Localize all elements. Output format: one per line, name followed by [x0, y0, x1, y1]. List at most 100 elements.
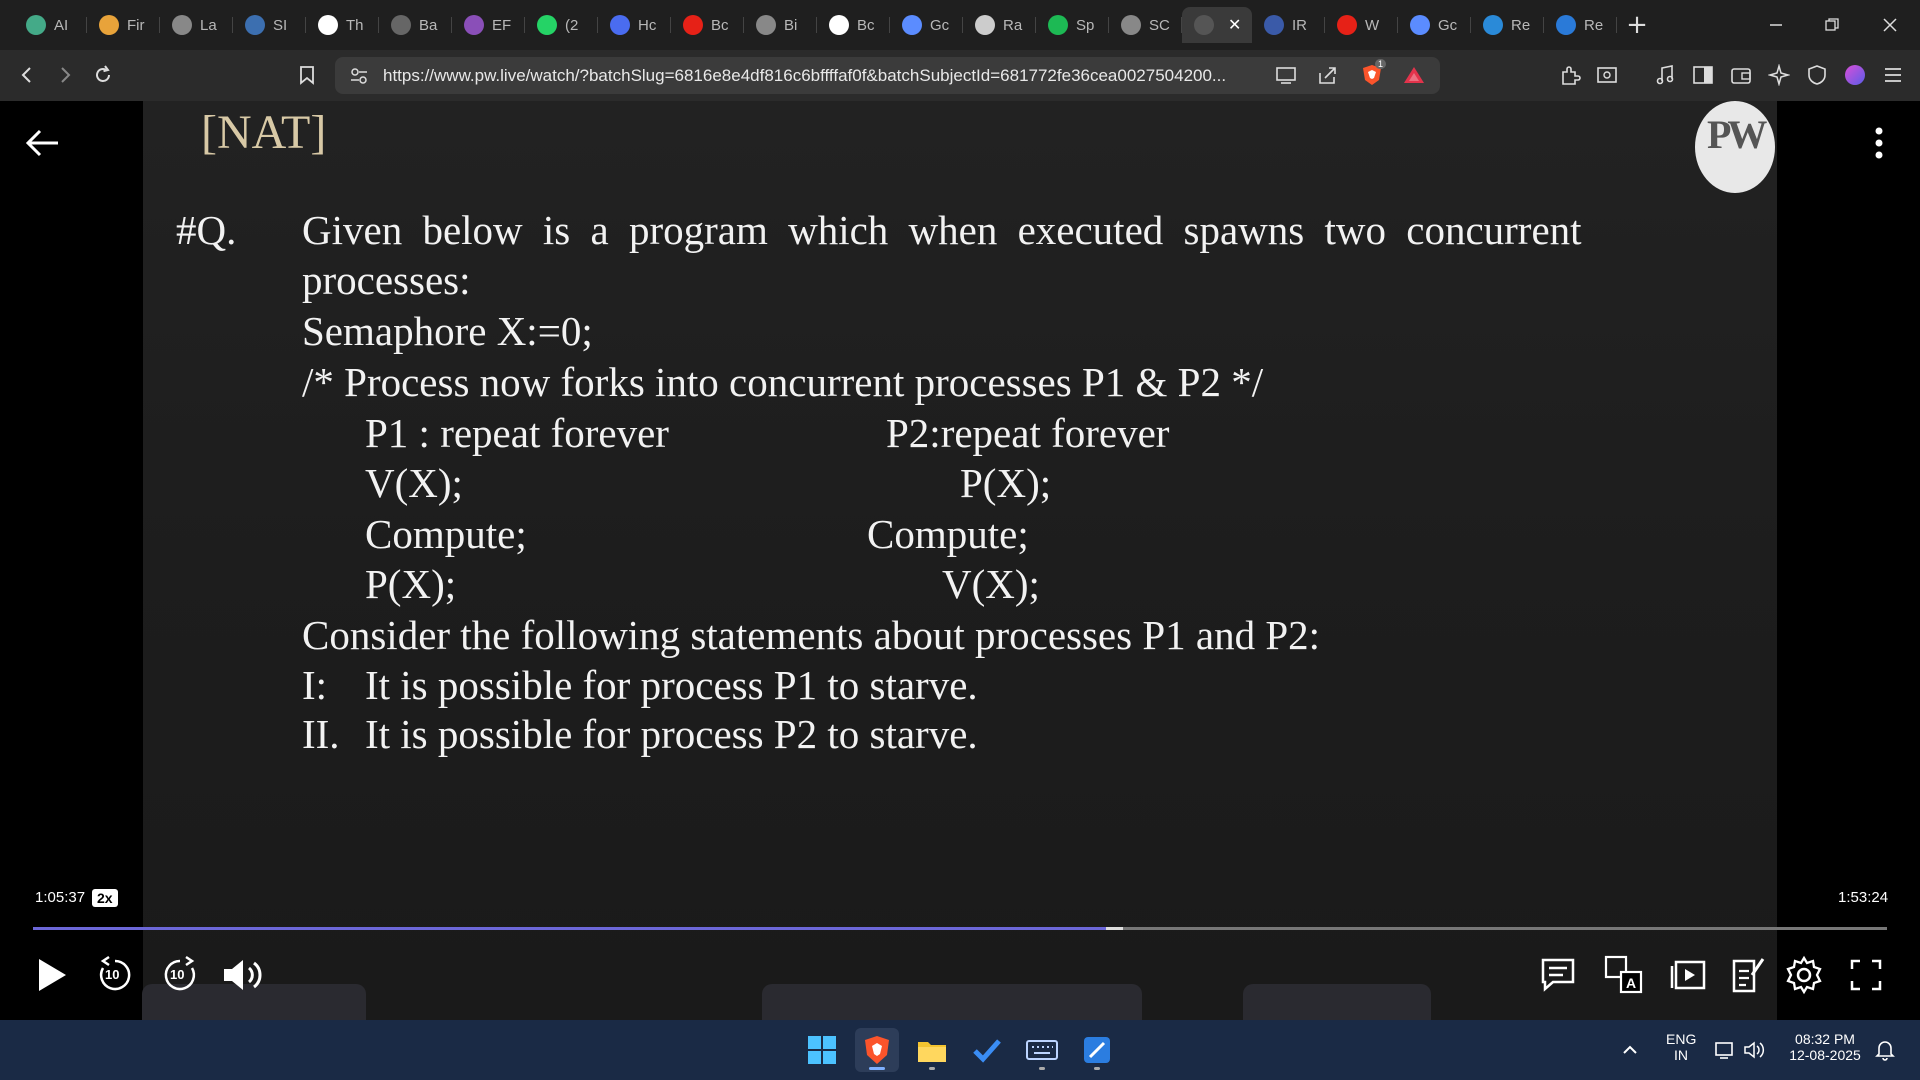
taskbar-keyboard[interactable]: [1020, 1028, 1064, 1072]
chevron-right-icon: [61, 67, 71, 83]
chat-button[interactable]: [1536, 953, 1580, 997]
reader-mode-button[interactable]: [1590, 58, 1624, 92]
rewind-seconds: 10: [105, 967, 120, 982]
forward-seconds: 10: [170, 967, 185, 982]
speed-badge[interactable]: 2x: [92, 889, 118, 907]
play-button[interactable]: [30, 953, 74, 997]
share-icon[interactable]: [1317, 65, 1339, 89]
tray-overflow-button[interactable]: [1620, 1040, 1640, 1064]
url-text[interactable]: https://www.pw.live/watch/?batchSlug=681…: [383, 66, 1226, 86]
start-button[interactable]: [800, 1028, 844, 1072]
reload-button[interactable]: [86, 58, 120, 92]
browser-tab[interactable]: Th: [306, 7, 379, 43]
chevron-up-icon: [1623, 1045, 1637, 1054]
browser-tab[interactable]: Bi: [744, 7, 817, 43]
forward-10-button[interactable]: 10: [158, 953, 202, 997]
browser-tab[interactable]: W: [1325, 7, 1398, 43]
tab-title: (2: [565, 16, 579, 34]
settings-button[interactable]: [1782, 953, 1826, 997]
taskbar-brave[interactable]: [855, 1028, 899, 1072]
volume-tray-icon[interactable]: [1743, 1039, 1767, 1065]
media-button[interactable]: [1648, 58, 1682, 92]
clock[interactable]: 08:32 PM 12-08-2025: [1782, 1031, 1868, 1063]
seek-bar[interactable]: [33, 927, 1887, 930]
browser-tab[interactable]: Ra: [963, 7, 1036, 43]
volume-button[interactable]: [219, 953, 269, 997]
taskbar-file-explorer[interactable]: [910, 1028, 954, 1072]
browser-tab[interactable]: Hc: [598, 7, 671, 43]
browser-tab[interactable]: AI: [14, 7, 87, 43]
browser-tab[interactable]: Gc: [1398, 7, 1471, 43]
browser-tab[interactable]: Re: [1471, 7, 1544, 43]
minimize-button[interactable]: [1748, 0, 1804, 50]
leo-ai-button[interactable]: [1762, 58, 1796, 92]
statement-1-number: I:: [302, 662, 328, 708]
puzzle-icon: [1562, 66, 1581, 85]
tab-title: Bc: [711, 16, 729, 34]
forward-button[interactable]: [48, 58, 82, 92]
taskbar-todo[interactable]: [965, 1028, 1009, 1072]
question-line-2: processes:: [302, 257, 471, 303]
sparkle-icon: [1768, 64, 1790, 86]
browser-tab[interactable]: Bc: [817, 7, 890, 43]
board-toolbar-right: [1243, 984, 1431, 1020]
player-more-button[interactable]: [1864, 123, 1894, 167]
browser-tab[interactable]: SI: [233, 7, 306, 43]
browser-tab[interactable]: Re: [1544, 7, 1617, 43]
new-tab-button[interactable]: +: [1617, 7, 1657, 43]
notes-button[interactable]: [1726, 953, 1770, 997]
wallet-button[interactable]: [1724, 58, 1758, 92]
restore-button[interactable]: [1804, 0, 1860, 50]
whatsapp-icon: [537, 15, 557, 35]
nat-tag: [NAT]: [201, 106, 327, 159]
fullscreen-icon: [1850, 959, 1882, 991]
close-tab-icon[interactable]: ✕: [1228, 15, 1241, 35]
language-indicator[interactable]: ENG IN: [1666, 1031, 1696, 1063]
brave-rewards-icon[interactable]: [1403, 65, 1425, 89]
browser-tab[interactable]: La: [160, 7, 233, 43]
duration: 1:53:24: [1838, 889, 1889, 906]
browser-tab[interactable]: Sp: [1036, 7, 1109, 43]
fork-comment-line: /* Process now forks into concurrent pro…: [302, 359, 1264, 405]
browser-tab[interactable]: Ba: [379, 7, 452, 43]
close-icon: [1883, 18, 1897, 32]
browser-tab[interactable]: (2: [525, 7, 598, 43]
browser-tab[interactable]: Gc: [890, 7, 963, 43]
tab-title: Ra: [1003, 16, 1023, 34]
menu-button[interactable]: [1876, 58, 1910, 92]
sidebar-button[interactable]: [1686, 58, 1720, 92]
brave-shields-icon[interactable]: 1: [1361, 59, 1387, 87]
site-settings-icon[interactable]: [349, 66, 369, 90]
tab-title: Gc: [1438, 16, 1458, 34]
seek-progress: [33, 927, 1107, 930]
notifications-button[interactable]: [1874, 1039, 1896, 1065]
chat-icon: [1541, 958, 1575, 992]
player-back-button[interactable]: [22, 123, 62, 167]
keyboard-icon: [391, 15, 411, 35]
close-window-button[interactable]: [1862, 0, 1918, 50]
bookmark-button[interactable]: [290, 58, 324, 92]
tab-title: SC: [1149, 16, 1170, 34]
windows-icon: [808, 1036, 836, 1064]
browser-tab[interactable]: IR: [1252, 7, 1325, 43]
browser-tab[interactable]: ✕: [1182, 7, 1252, 43]
address-bar[interactable]: https://www.pw.live/watch/?batchSlug=681…: [335, 57, 1440, 94]
rewind-10-button[interactable]: 10: [93, 953, 137, 997]
playlist-button[interactable]: [1667, 953, 1711, 997]
video-player[interactable]: PW [NAT] #Q. Given below is a program wh…: [0, 101, 1920, 1020]
extensions-button[interactable]: [1553, 58, 1587, 92]
taskbar-snipping[interactable]: [1075, 1028, 1119, 1072]
profile-button[interactable]: [1838, 58, 1872, 92]
network-icon[interactable]: [1714, 1039, 1736, 1065]
tab-title: IR: [1292, 16, 1307, 34]
back-button[interactable]: [10, 58, 44, 92]
browser-tab[interactable]: EF: [452, 7, 525, 43]
cast-icon[interactable]: [1275, 65, 1297, 89]
translate-button[interactable]: A: [1602, 953, 1646, 997]
vpn-button[interactable]: [1800, 58, 1834, 92]
browser-tab[interactable]: Fir: [87, 7, 160, 43]
fullscreen-button[interactable]: [1844, 953, 1888, 997]
checkmark-icon: [973, 1039, 1001, 1063]
browser-tab[interactable]: Bc: [671, 7, 744, 43]
browser-tab[interactable]: SC: [1109, 7, 1182, 43]
